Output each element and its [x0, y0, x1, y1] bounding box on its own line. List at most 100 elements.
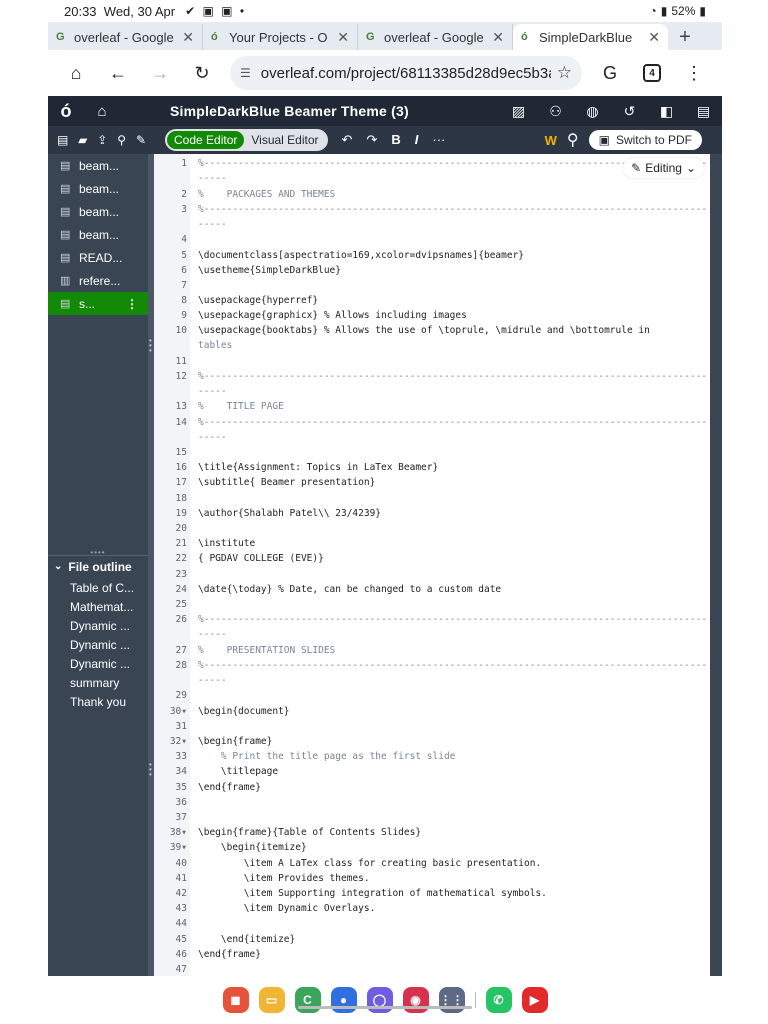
share-icon[interactable]: ⚇ [537, 103, 574, 120]
close-tab-icon[interactable]: ✕ [337, 29, 349, 46]
battery-level: 52% [671, 4, 696, 18]
outline-item[interactable]: Table of C... [48, 578, 148, 597]
search-icon[interactable]: ⚲ [567, 130, 579, 150]
line-number: 13 [175, 401, 187, 412]
line-number: 39▾ [169, 842, 187, 853]
code-editor-button[interactable]: Code Editor [167, 131, 245, 149]
editing-mode-dropdown[interactable]: ✎ Editing ⌄ [623, 158, 704, 178]
more-options-button[interactable]: ··· [432, 132, 445, 148]
app-camera-icon[interactable]: ◉ [402, 987, 429, 1013]
line-text: \date{\today} % Date, can be changed to … [198, 584, 502, 595]
app-whatsapp-icon[interactable]: ✆ [485, 987, 512, 1013]
outline-item[interactable]: Thank you [48, 692, 148, 711]
upload-icon[interactable]: ⇪ [97, 133, 107, 147]
close-tab-icon[interactable]: ✕ [182, 29, 194, 46]
file-tree-item[interactable]: ▤ beam... [48, 200, 148, 223]
search-icon[interactable]: ⚲ [117, 133, 126, 147]
browser-menu-icon[interactable]: ⋮ [674, 55, 714, 91]
home-icon[interactable]: ⌂ [56, 55, 96, 91]
writefull-icon[interactable]: W [545, 133, 557, 148]
toolbar-right: W ⚲ ▣ Switch to PDF [545, 130, 722, 150]
drag-grip-icon[interactable]: • • • [149, 337, 153, 355]
outline-item[interactable]: Dynamic ... [48, 635, 148, 654]
new-folder-icon[interactable]: ▰ [78, 133, 87, 147]
status-bar: 20:33 Wed, 30 Apr ✔ ▣ ▣ • ◔ ▮ 52% ▮ [48, 0, 722, 22]
file-tree-item[interactable]: ▤ beam... [48, 154, 148, 177]
file-tree-item[interactable]: ▤ beam... [48, 223, 148, 246]
outline-item[interactable]: Mathemat... [48, 597, 148, 616]
close-tab-icon[interactable]: ✕ [492, 29, 504, 46]
file-icon: ▤ [60, 252, 71, 264]
app-chat-icon[interactable]: ● [330, 987, 357, 1013]
history-icon[interactable]: ↺ [611, 103, 648, 120]
outline-item[interactable]: Dynamic ... [48, 654, 148, 673]
line-text: \usetheme{SimpleDarkBlue} [198, 265, 341, 276]
browser-tab[interactable]: G overleaf - Google ✕ [48, 24, 203, 50]
browser-tab[interactable]: G overleaf - Google ✕ [358, 24, 513, 50]
line-number: 10 [175, 325, 187, 336]
app-youtube-icon[interactable]: ▶ [521, 987, 548, 1013]
switch-to-pdf-button[interactable]: ▣ Switch to PDF [588, 130, 702, 150]
browser-tab-active[interactable]: ó SimpleDarkBlue ✕ [513, 24, 668, 50]
line-number: 12 [175, 371, 187, 382]
file-outline-header[interactable]: ⌄ File outline [48, 555, 148, 577]
file-tree-item[interactable]: ▥ refere... [48, 269, 148, 292]
redo-icon[interactable]: ↷ [366, 132, 377, 148]
tab-title: overleaf - Google [384, 29, 484, 45]
app-red-icon[interactable]: ◼ [222, 987, 249, 1013]
forward-arrow-icon[interactable]: → [140, 55, 180, 91]
new-tab-button[interactable]: + [668, 24, 702, 50]
line-number: 7 [181, 280, 187, 291]
submit-icon[interactable]: ◍ [574, 103, 611, 120]
url-text: overleaf.com/project/68113385d28d9ec5b3a… [260, 64, 551, 82]
file-tree-item[interactable]: ▤ beam... [48, 177, 148, 200]
kebab-menu-icon[interactable]: ⋮ [126, 297, 148, 311]
device-screen: 20:33 Wed, 30 Apr ✔ ▣ ▣ • ◔ ▮ 52% ▮ G ov… [48, 0, 722, 1024]
line-number: 31 [175, 721, 187, 732]
bold-button[interactable]: B [391, 132, 400, 148]
translate-icon[interactable]: G [590, 55, 630, 91]
pdf-panel-edge[interactable] [710, 154, 722, 976]
outline-item[interactable]: summary [48, 673, 148, 692]
app-grid-icon[interactable]: ⋮⋮ [438, 987, 465, 1013]
switch-to-pdf-label: Switch to PDF [615, 133, 692, 147]
line-text: \item A LaTex class for creating basic p… [198, 858, 542, 869]
line-number: 5 [181, 250, 187, 261]
file-icon: ▤ [60, 298, 71, 310]
reload-icon[interactable]: ↻ [182, 55, 222, 91]
home-icon[interactable]: ⌂ [84, 103, 120, 120]
file-tree-item[interactable]: ▤ READ... [48, 246, 148, 269]
browser-tab[interactable]: ó Your Projects - O ✕ [203, 24, 358, 50]
app-green-icon[interactable]: C [294, 987, 321, 1013]
visual-editor-button[interactable]: Visual Editor [244, 131, 325, 149]
new-file-icon[interactable]: ▤ [57, 133, 68, 147]
review-icon[interactable]: ▨ [500, 103, 537, 120]
chat-icon[interactable]: ▤ [685, 103, 722, 120]
edit-icon[interactable]: ✎ [136, 133, 146, 147]
bookmark-star-icon[interactable]: ☆ [551, 63, 572, 83]
back-arrow-icon[interactable]: ← [98, 55, 138, 91]
chevron-down-icon: ⌄ [54, 561, 63, 572]
close-tab-icon[interactable]: ✕ [648, 29, 660, 46]
app-purple-icon[interactable]: ◯ [366, 987, 393, 1013]
site-settings-icon[interactable]: ☰ [240, 66, 251, 80]
tab-switcher-button[interactable]: 4 [632, 55, 672, 91]
code-editor[interactable]: 1 %--------------------------------------… [154, 154, 710, 976]
file-name: beam... [79, 181, 120, 196]
line-text: \institute [198, 538, 256, 549]
file-icon: ▤ [60, 206, 71, 218]
overleaf-logo-icon[interactable]: ó [48, 101, 84, 122]
format-actions: ↶ ↷ B I ··· [342, 132, 446, 148]
file-tree-sidebar: ▤ beam... ▤ beam... ▤ beam... ▤ beam... … [48, 154, 148, 976]
home-indicator[interactable] [298, 1006, 472, 1009]
file-tree-item-selected[interactable]: ▤ s... ⋮ [48, 292, 148, 315]
italic-button[interactable]: I [415, 132, 419, 148]
app-files-icon[interactable]: ▭ [258, 987, 285, 1013]
address-bar[interactable]: ☰ overleaf.com/project/68113385d28d9ec5b… [230, 56, 582, 90]
outline-item[interactable]: Dynamic ... [48, 616, 148, 635]
layout-icon[interactable]: ◧ [648, 103, 685, 120]
undo-icon[interactable]: ↶ [342, 132, 353, 148]
line-number: 43 [175, 903, 187, 914]
drag-grip-icon[interactable]: • • • [149, 761, 153, 779]
project-title[interactable]: SimpleDarkBlue Beamer Theme (3) [170, 103, 409, 119]
